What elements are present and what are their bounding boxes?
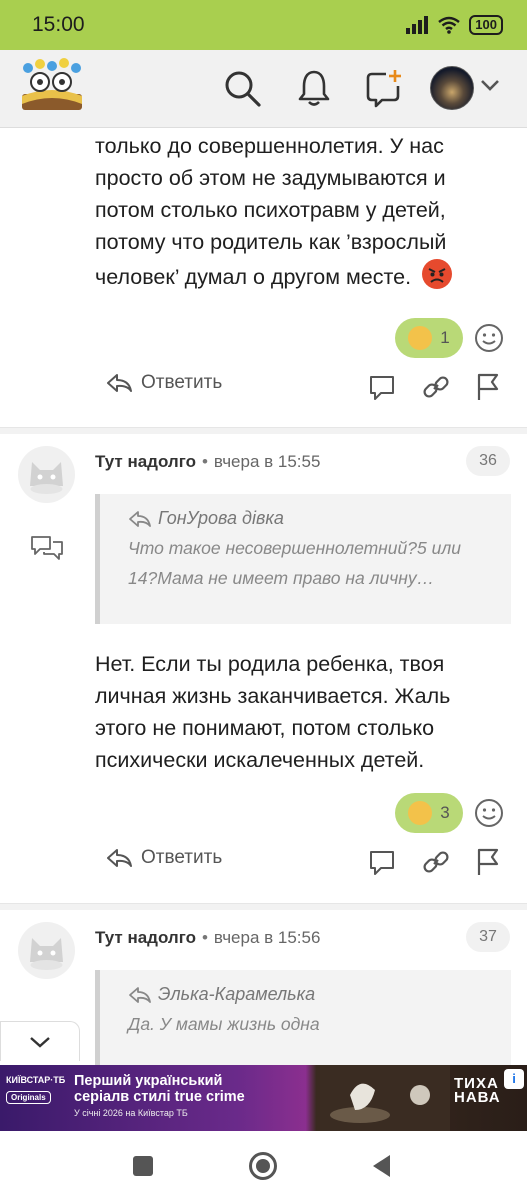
home-button-icon[interactable] xyxy=(248,1151,278,1181)
search-icon[interactable] xyxy=(222,68,262,108)
meta-separator: • xyxy=(201,928,208,947)
comment-time[interactable]: вчера в 15:56 xyxy=(214,928,321,948)
reply-icon xyxy=(107,374,132,392)
link-icon[interactable] xyxy=(421,372,451,402)
comment-icon[interactable] xyxy=(367,847,397,877)
ad-text: Перший український серіалв стилі true cr… xyxy=(74,1073,245,1118)
reaction-count: 1 xyxy=(440,328,450,347)
ad-banner[interactable]: КИЇВСТАР·ТБ Originals Перший український… xyxy=(0,1065,527,1131)
bell-icon[interactable] xyxy=(294,68,334,108)
avatar[interactable] xyxy=(430,66,474,110)
chevron-down-icon xyxy=(30,1036,50,1048)
angry-emoji-icon xyxy=(422,259,453,289)
add-reaction-icon[interactable] xyxy=(474,798,504,828)
status-time: 15:00 xyxy=(32,13,85,36)
flag-icon[interactable] xyxy=(473,372,503,402)
comment-meta: Тут надолго • вчера в 15:55 xyxy=(95,452,320,472)
ad-title-mark: ТИХА НАВА xyxy=(454,1075,501,1106)
avatar[interactable] xyxy=(18,446,75,503)
avatar[interactable] xyxy=(18,922,75,979)
author-name[interactable]: Тут надолго xyxy=(95,928,196,948)
site-logo[interactable] xyxy=(16,58,88,116)
quote-author: ГонУрова дівка xyxy=(128,508,493,529)
quote-block[interactable]: Элька-Карамелька Да. У мамы жизнь одна xyxy=(95,970,511,1065)
chat-icon[interactable] xyxy=(30,534,64,562)
signal-icon xyxy=(406,16,429,34)
meta-separator: • xyxy=(201,452,208,471)
add-reaction-icon[interactable] xyxy=(474,323,504,353)
wifi-icon xyxy=(438,16,461,34)
status-bar: 15:00 100 xyxy=(0,0,527,50)
author-name[interactable]: Тут надолго xyxy=(95,452,196,472)
app-header xyxy=(0,50,527,128)
facepalm-emoji-icon xyxy=(408,326,433,350)
ad-info-icon[interactable]: i xyxy=(504,1069,524,1089)
quote-text: Да. У мамы жизнь одна xyxy=(128,1014,320,1034)
reply-icon xyxy=(129,510,151,527)
quote-author: Элька-Карамелька xyxy=(128,984,493,1005)
comment-time[interactable]: вчера в 15:55 xyxy=(214,452,321,472)
divider xyxy=(0,427,527,434)
reply-icon xyxy=(107,849,132,867)
facepalm-emoji-icon xyxy=(408,801,433,825)
quote-block[interactable]: ГонУрова дівка Что такое несовершеннолет… xyxy=(95,494,511,624)
comment-number[interactable]: 36 xyxy=(466,446,510,476)
comment-meta: Тут надолго • вчера в 15:56 xyxy=(95,928,320,948)
comment-actions: Ответить xyxy=(105,847,505,877)
divider xyxy=(0,903,527,910)
comment-icon[interactable] xyxy=(367,372,397,402)
comment-text: Нет. Если ты родила ребенка, твоя личная… xyxy=(95,652,451,772)
battery-indicator: 100 xyxy=(469,15,503,35)
comment-number[interactable]: 37 xyxy=(466,922,510,952)
system-nav-bar xyxy=(0,1131,527,1200)
collapse-ad-button[interactable] xyxy=(0,1021,80,1061)
flag-icon[interactable] xyxy=(473,847,503,877)
reply-button[interactable]: Ответить xyxy=(105,847,222,869)
comments-feed: только до совершеннолетия. У нас просто … xyxy=(0,128,527,1065)
status-icons: 100 xyxy=(405,15,503,35)
link-icon[interactable] xyxy=(421,847,451,877)
new-post-icon[interactable] xyxy=(364,68,404,108)
reaction-count: 3 xyxy=(440,803,450,822)
reaction-pill[interactable]: 1 xyxy=(395,318,463,358)
ad-brand-logo: КИЇВСТАР·ТБ Originals xyxy=(6,1075,66,1104)
reply-button[interactable]: Ответить xyxy=(105,372,222,394)
comment-text: только до совершеннолетия. У нас просто … xyxy=(95,130,505,293)
chevron-down-icon[interactable] xyxy=(480,78,500,92)
quote-text: Что такое несовершеннолетний?5 или 14?Ма… xyxy=(128,538,461,588)
comment-actions: Ответить xyxy=(105,372,505,402)
reaction-pill[interactable]: 3 xyxy=(395,793,463,833)
reply-icon xyxy=(129,986,151,1003)
ad-image xyxy=(320,1065,450,1131)
back-button-icon[interactable] xyxy=(370,1153,392,1179)
recents-button-icon[interactable] xyxy=(132,1155,154,1177)
